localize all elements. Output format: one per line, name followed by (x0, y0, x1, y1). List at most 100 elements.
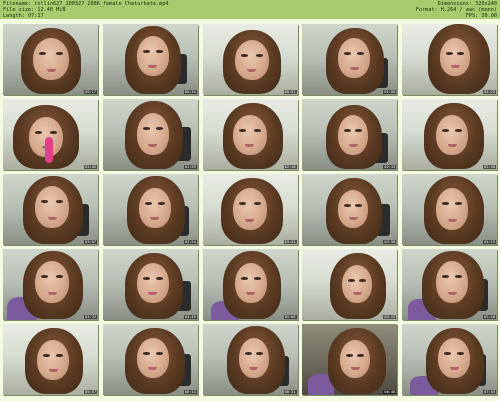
eye-shape (253, 129, 261, 132)
length-row: Length: 07:17 (3, 13, 169, 19)
timestamp-label: 05:40 (483, 315, 496, 319)
video-frame-thumbnail: 03:24 (102, 174, 198, 245)
eye-shape (41, 275, 48, 278)
timestamp-label: 04:15 (483, 240, 496, 244)
eye-shape (50, 131, 57, 134)
eye-shape (56, 275, 63, 278)
video-frame-thumbnail: 04:49 (102, 249, 198, 320)
contact-sheet: Filename: rollin627_100327_2086_female_C… (0, 0, 500, 401)
face-shape (436, 261, 468, 303)
timestamp-label: 01:42 (84, 165, 97, 169)
eye-shape (155, 50, 163, 53)
thumbnail-grid: 00:17 00:34 00:51 01:08 01:25 01:42 01:59 02:16… (3, 24, 497, 398)
timestamp-label: 03:41 (283, 240, 297, 244)
mouth-shape (47, 292, 57, 295)
eye-shape (344, 52, 352, 55)
eye-shape (455, 275, 462, 278)
video-frame-thumbnail: 05:40 (402, 249, 497, 320)
mouth-shape (48, 369, 58, 372)
mouth-shape (449, 367, 459, 370)
eye-shape (253, 202, 261, 205)
eye-shape (357, 52, 365, 55)
eye-shape (355, 129, 363, 132)
eye-shape (444, 352, 451, 355)
video-frame-thumbnail: 02:33 (302, 99, 398, 170)
video-frame-thumbnail: 04:32 (3, 249, 98, 320)
face-shape (136, 36, 169, 76)
eye-shape (155, 277, 163, 280)
face-shape (37, 340, 69, 380)
eye-shape (344, 129, 352, 132)
timestamp-label: 00:34 (183, 90, 197, 94)
eye-shape (142, 127, 150, 130)
mouth-shape (46, 69, 56, 72)
eye-shape (144, 202, 152, 205)
mouth-shape (447, 219, 457, 222)
face-shape (232, 115, 267, 155)
eye-shape (155, 127, 163, 130)
timestamp-label: 00:51 (283, 90, 297, 94)
timestamp-label: 07:05 (483, 390, 496, 394)
mouth-shape (447, 292, 457, 295)
eye-shape (348, 279, 356, 282)
length-label: Length: (3, 13, 25, 19)
timestamp-label: 05:23 (383, 315, 397, 319)
eye-shape (455, 202, 462, 205)
format-label: Format: (415, 7, 438, 13)
eye-shape (238, 202, 246, 205)
face-shape (35, 186, 69, 228)
video-frame-thumbnail: 04:15 (402, 174, 497, 245)
video-frame-thumbnail: 02:16 (202, 99, 298, 170)
eye-shape (244, 352, 252, 355)
mouth-shape (348, 144, 358, 147)
eye-shape (142, 277, 150, 280)
eye-shape (240, 277, 248, 280)
face-shape (338, 115, 369, 155)
face-shape (436, 188, 468, 230)
timestamp-label: 03:58 (383, 240, 397, 244)
eye-shape (446, 52, 453, 55)
eye-shape (253, 277, 261, 280)
length-value: 07:17 (28, 13, 44, 19)
eye-shape (238, 129, 246, 132)
video-frame-thumbnail: 01:59 (102, 99, 198, 170)
eye-shape (142, 352, 150, 355)
video-frame-thumbnail: 05:57 (3, 324, 98, 395)
face-shape (440, 38, 470, 76)
video-frame-thumbnail: 06:14 (102, 324, 198, 395)
mouth-shape (348, 217, 358, 220)
eye-shape (56, 200, 63, 203)
timestamp-label: 06:31 (283, 390, 297, 394)
video-frame-thumbnail: 05:06 (202, 249, 298, 320)
fps-row: FPS: 30.00 (416, 13, 497, 19)
eye-shape (442, 202, 449, 205)
eye-shape (41, 200, 48, 203)
eye-shape (457, 352, 464, 355)
video-frame-thumbnail: 07:05 (402, 324, 497, 395)
video-frame-thumbnail: 00:34 (102, 24, 198, 95)
timestamp-label: 04:49 (183, 315, 197, 319)
timestamp-label: 06:48 (383, 390, 397, 394)
timestamp-label: 03:07 (84, 240, 97, 244)
mouth-shape (447, 144, 457, 147)
timestamp-label: 06:14 (183, 390, 197, 394)
face-shape (234, 40, 269, 80)
video-frame-thumbnail: 06:48 (302, 324, 398, 395)
video-frame-thumbnail: 01:08 (302, 24, 398, 95)
eye-shape (56, 354, 63, 357)
eye-shape (344, 204, 352, 207)
fps-label: FPS: (465, 13, 479, 19)
eye-shape (142, 50, 150, 53)
eye-shape (39, 52, 46, 55)
timestamp-label: 05:06 (283, 315, 297, 319)
timestamp-label: 02:50 (483, 165, 496, 169)
mouth-shape (450, 65, 460, 68)
face-shape (138, 188, 171, 228)
face-shape (136, 263, 169, 303)
video-frame-thumbnail: 00:51 (202, 24, 298, 95)
eye-shape (457, 52, 464, 55)
eye-shape (240, 54, 248, 57)
eye-shape (442, 129, 449, 132)
face-shape (338, 38, 371, 78)
eye-shape (357, 354, 365, 357)
